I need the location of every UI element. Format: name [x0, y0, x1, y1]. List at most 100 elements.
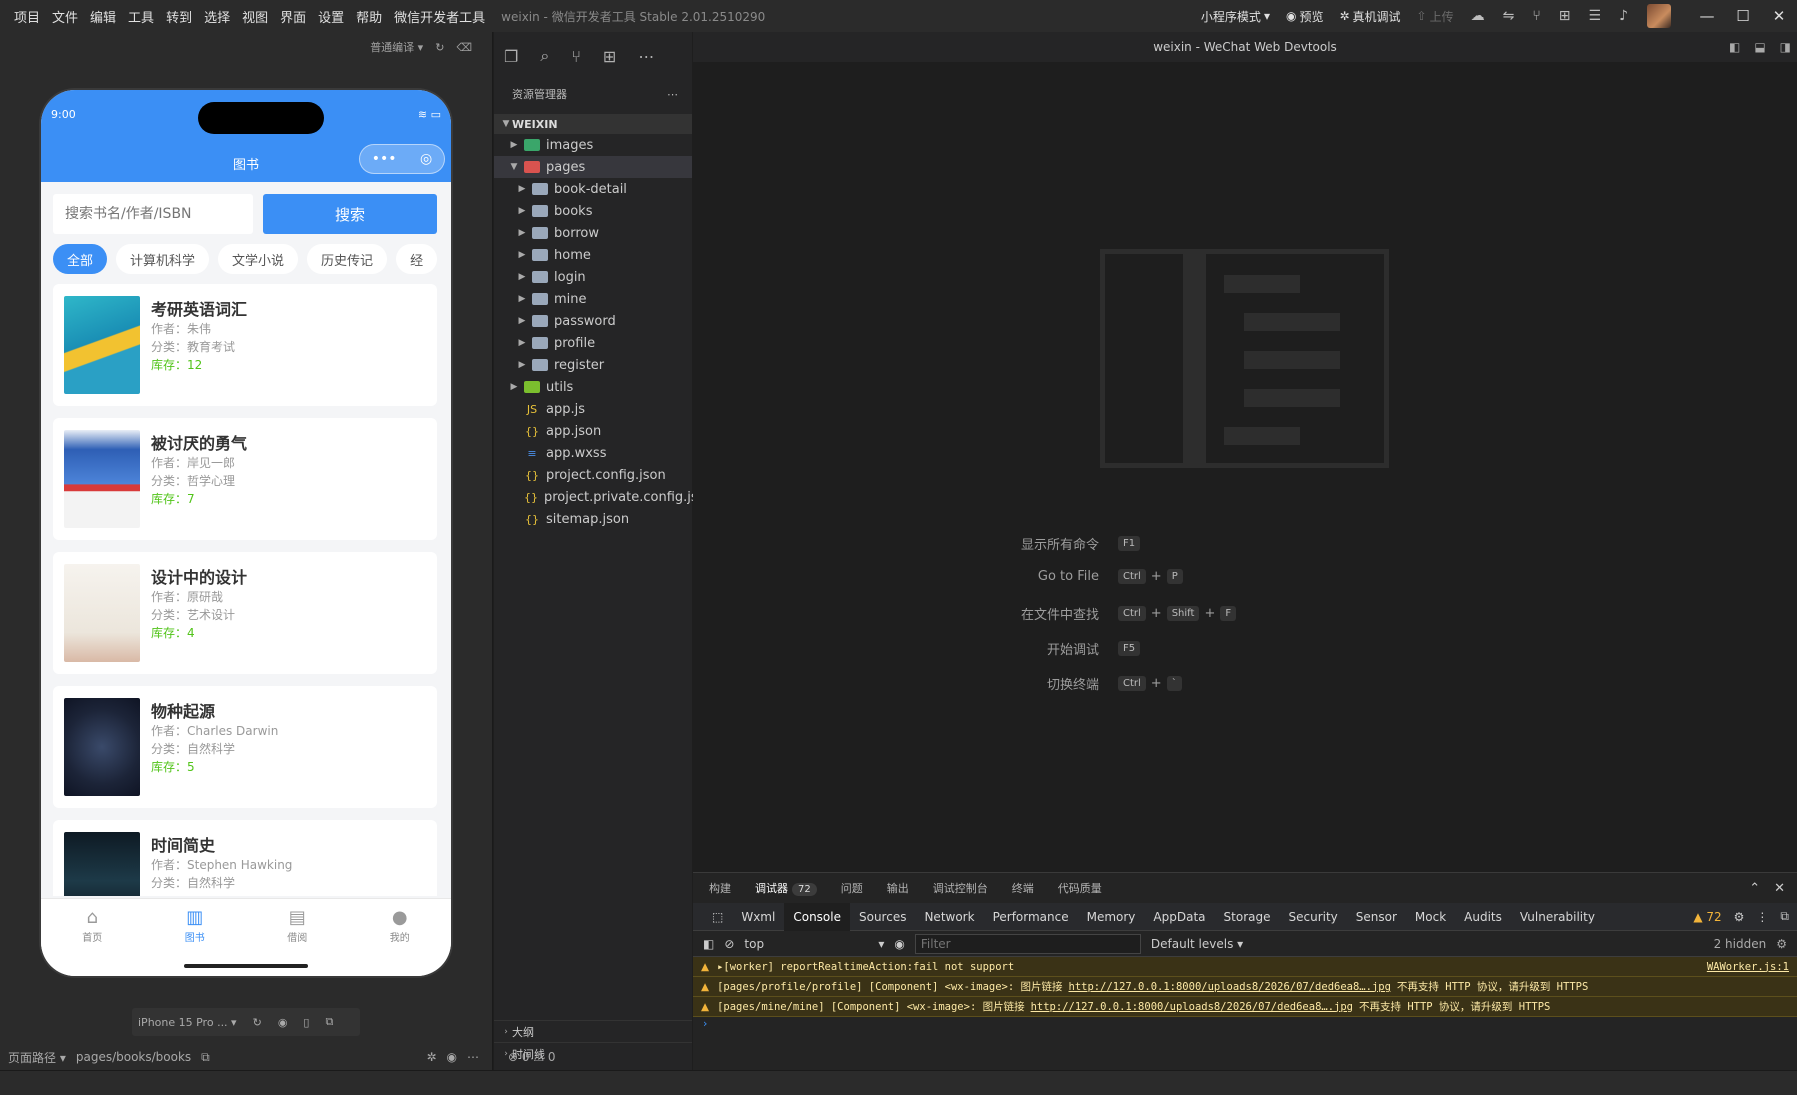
category-fiction[interactable]: 文学小说: [218, 244, 299, 274]
panel-mock[interactable]: Mock: [1406, 903, 1455, 931]
book-card[interactable]: 设计中的设计 作者：原研哉 分类：艺术设计 库存：4: [53, 552, 437, 674]
eye-icon[interactable]: ◉: [894, 937, 904, 951]
menu-view[interactable]: 视图: [236, 7, 274, 26]
tree-folder[interactable]: ▶ book-detail: [494, 178, 692, 200]
category-history[interactable]: 历史传记: [307, 244, 388, 274]
more-icon[interactable]: ⋯: [638, 47, 654, 66]
log-url-link[interactable]: http://127.0.0.1:8000/uploads8/2026/07/d…: [1069, 981, 1391, 993]
console-message[interactable]: ▲ ▸[worker] reportRealtimeAction:fail no…: [693, 957, 1797, 977]
tree-folder-pages[interactable]: ▼ pages: [494, 156, 692, 178]
chevron-up-icon[interactable]: ⌃: [1749, 881, 1760, 896]
search-input[interactable]: [53, 194, 253, 234]
bug-icon[interactable]: ✲: [426, 1050, 436, 1064]
menu-wechat-devtools[interactable]: 微信开发者工具: [388, 7, 491, 26]
phone-icon[interactable]: ▯: [303, 1016, 309, 1029]
outline-section[interactable]: › 大纲: [494, 1020, 692, 1042]
source-control-icon[interactable]: ⑂: [571, 47, 581, 66]
cloud-icon[interactable]: ☁: [1471, 8, 1485, 24]
tree-folder-images[interactable]: ▶ images: [494, 134, 692, 156]
console-message[interactable]: ▲ [pages/mine/mine] [Component] <wx-imag…: [693, 997, 1797, 1017]
search-icon[interactable]: ⌕: [540, 46, 549, 66]
log-levels-dropdown[interactable]: Default levels ▾: [1151, 937, 1243, 951]
popout-icon[interactable]: ⧉: [325, 1015, 333, 1029]
tree-file[interactable]: ≡ app.wxss: [494, 442, 692, 464]
tab-problems[interactable]: 问题: [841, 880, 863, 896]
avatar[interactable]: [1647, 4, 1671, 28]
upload-button[interactable]: ⇧ 上传: [1417, 8, 1454, 25]
book-card[interactable]: 时间简史 作者：Stephen Hawking 分类：自然科学: [53, 820, 437, 896]
gear-icon[interactable]: ⚙: [1776, 937, 1787, 951]
workspace-header[interactable]: ▼ WEIXIN: [494, 114, 692, 134]
warning-counter[interactable]: ▲ 72: [1693, 910, 1721, 924]
extensions-icon[interactable]: ⊞: [603, 47, 616, 66]
tree-folder[interactable]: ▶ borrow: [494, 222, 692, 244]
menu-edit[interactable]: 编辑: [84, 7, 122, 26]
log-url-link[interactable]: http://127.0.0.1:8000/uploads8/2026/07/d…: [1031, 1001, 1353, 1013]
clear-console-icon[interactable]: ⊘: [724, 937, 734, 951]
menu-help[interactable]: 帮助: [350, 7, 388, 26]
panel-console[interactable]: Console: [784, 902, 850, 931]
close-icon[interactable]: ✕: [1761, 7, 1797, 25]
eye-icon[interactable]: ◉: [447, 1050, 457, 1064]
close-icon[interactable]: ✕: [1774, 881, 1785, 896]
page-path-dropdown[interactable]: 页面路径 ▾: [8, 1049, 66, 1066]
log-source-link[interactable]: WAWorker.js:1: [1707, 961, 1789, 973]
tree-folder[interactable]: ▶ mine: [494, 288, 692, 310]
maximize-icon[interactable]: ☐: [1725, 7, 1761, 25]
command-find-in-files[interactable]: 在文件中查找 Ctrl + Shift + F: [919, 604, 1241, 623]
tab-code-quality[interactable]: 代码质量: [1058, 880, 1102, 896]
problems-status[interactable]: ⊗ 0 ⚠ 0: [494, 1044, 692, 1070]
sidebar-toggle-icon[interactable]: ◧: [703, 937, 714, 951]
menu-select[interactable]: 选择: [198, 7, 236, 26]
tree-folder[interactable]: ▶ login: [494, 266, 692, 288]
tab-mine[interactable]: ● 我的: [349, 899, 452, 976]
switch-icon[interactable]: ⇋: [1503, 8, 1515, 24]
command-start-debug[interactable]: 开始调试 F5: [919, 639, 1145, 658]
tab-home[interactable]: ⌂ 首页: [41, 899, 144, 976]
panel-wxml[interactable]: Wxml: [732, 903, 784, 931]
tab-build[interactable]: 构建: [709, 880, 731, 896]
files-icon[interactable]: ❐: [504, 47, 518, 66]
tree-folder[interactable]: ▶ register: [494, 354, 692, 376]
tree-folder[interactable]: ▶ books: [494, 200, 692, 222]
panel-memory[interactable]: Memory: [1078, 903, 1145, 931]
sidebar-toggle-icon[interactable]: ◧: [1729, 40, 1740, 54]
panel-toggle-icon[interactable]: ⬓: [1754, 40, 1765, 54]
more-vertical-icon[interactable]: ⋮: [1756, 910, 1768, 924]
refresh-icon[interactable]: ↻: [435, 41, 444, 54]
inspect-icon[interactable]: ⬚: [703, 903, 732, 931]
menu-interface[interactable]: 界面: [274, 7, 312, 26]
tree-folder[interactable]: ▶ password: [494, 310, 692, 332]
tree-file[interactable]: {} project.private.config.js...: [494, 486, 710, 508]
preview-button[interactable]: ◉ 预览: [1286, 8, 1324, 25]
search-button[interactable]: 搜索: [263, 194, 437, 234]
rotate-icon[interactable]: ↻: [253, 1016, 262, 1029]
real-debug-button[interactable]: ✲ 真机调试: [1339, 8, 1400, 25]
menu-goto[interactable]: 转到: [160, 7, 198, 26]
copy-icon[interactable]: ⧉: [201, 1050, 210, 1065]
category-all[interactable]: 全部: [53, 244, 108, 274]
undock-icon[interactable]: ⧉: [1780, 909, 1789, 924]
command-toggle-terminal[interactable]: 切换终端 Ctrl + `: [919, 674, 1187, 693]
filter-input[interactable]: [914, 933, 1141, 954]
split-toggle-icon[interactable]: ◨: [1780, 40, 1791, 54]
console-prompt[interactable]: ›: [693, 1017, 1797, 1035]
menu-tools[interactable]: 工具: [122, 7, 160, 26]
book-card[interactable]: 被讨厌的勇气 作者：岸见一郎 分类：哲学心理 库存：7: [53, 418, 437, 540]
tree-file[interactable]: {} project.config.json: [494, 464, 692, 486]
more-icon[interactable]: ⋯: [667, 88, 678, 101]
gear-icon[interactable]: ⚙: [1734, 910, 1745, 924]
panel-sources[interactable]: Sources: [850, 903, 915, 931]
record-icon[interactable]: ◉: [278, 1016, 288, 1029]
tab-debugger[interactable]: 调试器 72: [755, 880, 817, 896]
more-dots-icon[interactable]: •••: [372, 151, 397, 167]
minimize-icon[interactable]: —: [1689, 7, 1725, 25]
book-card[interactable]: 考研英语词汇 作者：朱伟 分类：教育考试 库存：12: [53, 284, 437, 406]
command-go-to-file[interactable]: Go to File Ctrl + P: [919, 569, 1188, 584]
layout-icon[interactable]: ⊞: [1559, 8, 1571, 24]
panel-security[interactable]: Security: [1279, 903, 1346, 931]
context-select[interactable]: top ▾: [744, 937, 884, 951]
tree-file[interactable]: JS app.js: [494, 398, 692, 420]
tab-terminal[interactable]: 终端: [1012, 880, 1034, 896]
tree-file[interactable]: {} app.json: [494, 420, 692, 442]
